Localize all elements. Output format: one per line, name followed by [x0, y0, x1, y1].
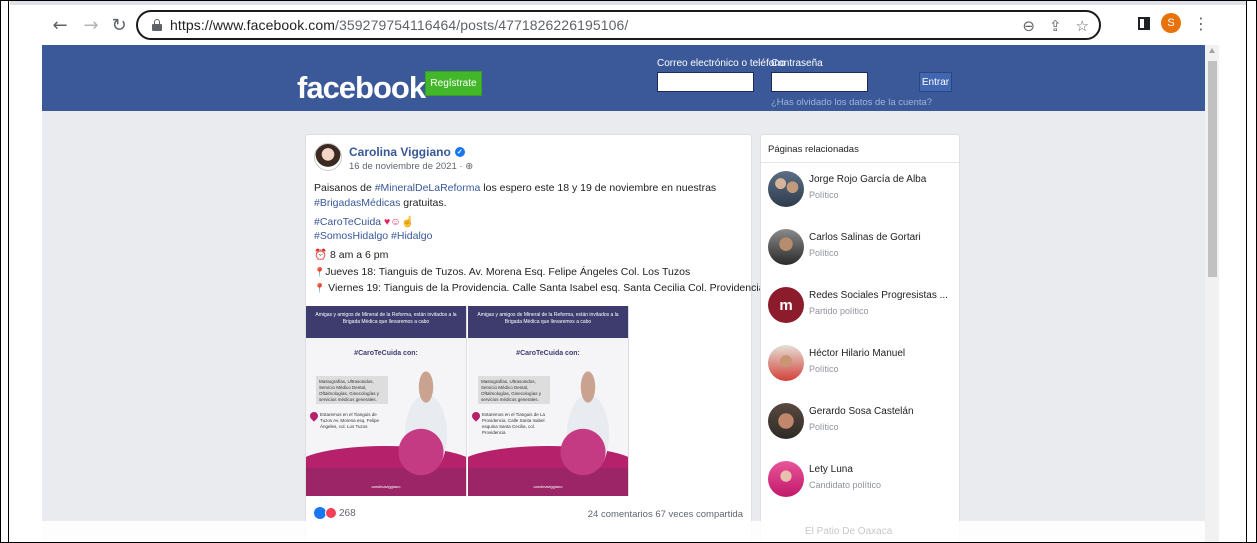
forward-arrow-icon[interactable]: →	[81, 15, 101, 36]
flyer-footer-text: carolinaviggiano	[533, 484, 563, 489]
page-avatar[interactable]	[768, 461, 804, 497]
facebook-logo[interactable]: facebook	[297, 70, 426, 106]
pushpin-icon: 📍	[314, 283, 326, 293]
page-name[interactable]: Héctor Hilario Manuel	[809, 348, 905, 359]
profile-avatar[interactable]: S	[1161, 13, 1181, 33]
login-button[interactable]: Entrar	[919, 72, 952, 92]
post-hours: ⏰ 8 am a 6 pm	[314, 249, 389, 261]
flyer-footer-text: carolinaviggiano	[371, 484, 401, 489]
login-prompt-overlay	[42, 521, 1205, 542]
related-page-item[interactable]: Gerardo Sosa Castelán Político	[768, 403, 958, 447]
divider	[761, 162, 959, 163]
password-field[interactable]	[771, 72, 868, 92]
post-stats[interactable]: 24 comentarios 67 veces compartida	[588, 509, 743, 520]
register-button[interactable]: Regístrate	[425, 71, 482, 96]
page-avatar[interactable]	[768, 229, 804, 265]
page-category: Partido político	[809, 306, 869, 316]
page-category: Político	[809, 248, 839, 258]
scroll-up-arrow-icon[interactable]	[1209, 48, 1215, 53]
reaction-summary[interactable]: 268	[314, 507, 356, 519]
location-pin-icon	[470, 410, 482, 422]
hashtag-link[interactable]: #BrigadasMédicas	[314, 197, 400, 209]
forgot-account-link[interactable]: ¿Has olvidado los datos de la cuenta?	[771, 97, 932, 108]
flyer-header-text: Amigas y amigos de Mineral de la Reforma…	[306, 306, 466, 338]
hashtag-link[interactable]: #CaroTeCuida	[314, 216, 381, 228]
post-card: Carolina Viggiano ✓ 16 de noviembre de 2…	[305, 134, 767, 542]
post-day-2: 📍 Viernes 19: Tianguis de la Providencia…	[314, 282, 768, 294]
flyer-hashtag: #CaroTeCuida con:	[516, 350, 580, 357]
page-category: Político	[809, 190, 839, 200]
hashtag-link[interactable]: #MineralDeLaReforma	[375, 182, 481, 194]
url-text: https://www.facebook.com/359279754116464…	[170, 17, 629, 33]
related-pages-title: Páginas relacionadas	[768, 144, 859, 155]
tab-strip	[10, 1, 1247, 5]
flyer-hashtag: #CaroTeCuida con:	[354, 350, 418, 357]
faded-related-page: El Patio De Oaxaca	[805, 526, 893, 537]
bookmark-star-icon[interactable]: ☆	[1076, 17, 1089, 35]
related-page-item[interactable]: Jorge Rojo García de Alba Político	[768, 171, 958, 215]
share-icon[interactable]: ⇪	[1049, 17, 1062, 35]
lock-icon[interactable]	[152, 19, 162, 31]
author-avatar[interactable]	[314, 143, 342, 171]
menu-kebab-icon[interactable]: ⋮	[1193, 14, 1209, 33]
flyer-services: Mastografías, Ultrasonidos, Servicio Méd…	[316, 376, 388, 404]
page-name[interactable]: Jorge Rojo García de Alba	[809, 174, 926, 185]
side-panel-icon[interactable]	[1138, 17, 1150, 30]
page-category: Político	[809, 364, 839, 374]
password-label: Contraseña	[771, 58, 823, 69]
alarm-clock-icon: ⏰	[314, 249, 328, 261]
heart-emoji-icon: ♥☺☝	[384, 216, 415, 228]
location-pin-icon	[308, 410, 320, 422]
address-bar[interactable]: https://www.facebook.com/359279754116464…	[136, 10, 1101, 40]
page-name[interactable]: Lety Luna	[809, 464, 853, 475]
hashtag-links[interactable]: #SomosHidalgo #Hidalgo	[314, 230, 433, 242]
page-name[interactable]: Gerardo Sosa Castelán	[809, 406, 914, 417]
flyer-location: Estaremos en el Tianguis de La Providenc…	[482, 412, 546, 435]
screenshot-frame: ← → ↻ https://www.facebook.com/359279754…	[0, 0, 1257, 543]
flyer-services: Mastografías, Ultrasonidos, Servicio Méd…	[478, 376, 550, 404]
related-pages-panel: Páginas relacionadas Jorge Rojo García d…	[760, 134, 960, 542]
left-border	[1, 1, 9, 542]
flyer-photo-elder	[548, 416, 618, 476]
page-category: Candidato político	[809, 480, 882, 490]
zoom-icon[interactable]: ⊖	[1022, 17, 1035, 35]
pushpin-icon: 📍	[314, 267, 326, 277]
reaction-count: 268	[339, 507, 356, 519]
flyer-location: Estaremos en el Tianguis de Tuzos Av. Mo…	[320, 412, 379, 429]
post-author[interactable]: Carolina Viggiano ✓	[349, 145, 465, 159]
related-page-item[interactable]: Carlos Salinas de Gortari Político	[768, 229, 958, 273]
page-name[interactable]: Redes Sociales Progresistas ...	[809, 290, 948, 301]
post-image-2[interactable]: Amigas y amigos de Mineral de la Reforma…	[468, 306, 629, 496]
page-avatar[interactable]	[768, 345, 804, 381]
related-page-item[interactable]: Lety Luna Candidato político	[768, 461, 958, 505]
email-label: Correo electrónico o teléfono	[657, 58, 786, 69]
flyer-header-text: Amigas y amigos de Mineral de la Reforma…	[468, 306, 628, 338]
post-line-3: #CaroTeCuida ♥☺☝	[314, 215, 414, 228]
page-name[interactable]: Carlos Salinas de Gortari	[809, 232, 921, 243]
page-content: Carolina Viggiano ✓ 16 de noviembre de 2…	[42, 111, 1205, 542]
post-line-4: #SomosHidalgo #Hidalgo	[314, 230, 433, 242]
scrollbar[interactable]	[1205, 45, 1219, 542]
post-image-1[interactable]: Amigas y amigos de Mineral de la Reforma…	[306, 306, 467, 496]
right-border	[1246, 1, 1256, 542]
reload-icon[interactable]: ↻	[109, 15, 129, 36]
flyer-photo-elder	[386, 416, 456, 476]
related-page-item[interactable]: m Redes Sociales Progresistas ... Partid…	[768, 287, 958, 331]
page-category: Político	[809, 422, 839, 432]
page-avatar[interactable]: m	[768, 287, 804, 323]
post-date[interactable]: 16 de noviembre de 2021 · ⊕	[349, 161, 473, 172]
page-avatar[interactable]	[768, 171, 804, 207]
post-line-2: #BrigadasMédicas gratuitas.	[314, 197, 447, 209]
post-day-1: 📍Jueves 18: Tianguis de Tuzos. Av. Moren…	[314, 266, 691, 278]
back-arrow-icon[interactable]: ←	[50, 15, 70, 36]
email-field[interactable]	[657, 72, 754, 92]
page-avatar[interactable]	[768, 403, 804, 439]
scrollbar-thumb[interactable]	[1208, 61, 1217, 277]
globe-icon: ⊕	[465, 161, 474, 172]
love-reaction-icon	[325, 507, 337, 519]
verified-badge-icon: ✓	[454, 147, 465, 157]
related-page-item[interactable]: Héctor Hilario Manuel Político	[768, 345, 958, 389]
facebook-header: facebook Regístrate Correo electrónico o…	[42, 45, 1205, 111]
post-line-1: Paisanos de #MineralDeLaReforma los espe…	[314, 182, 717, 194]
